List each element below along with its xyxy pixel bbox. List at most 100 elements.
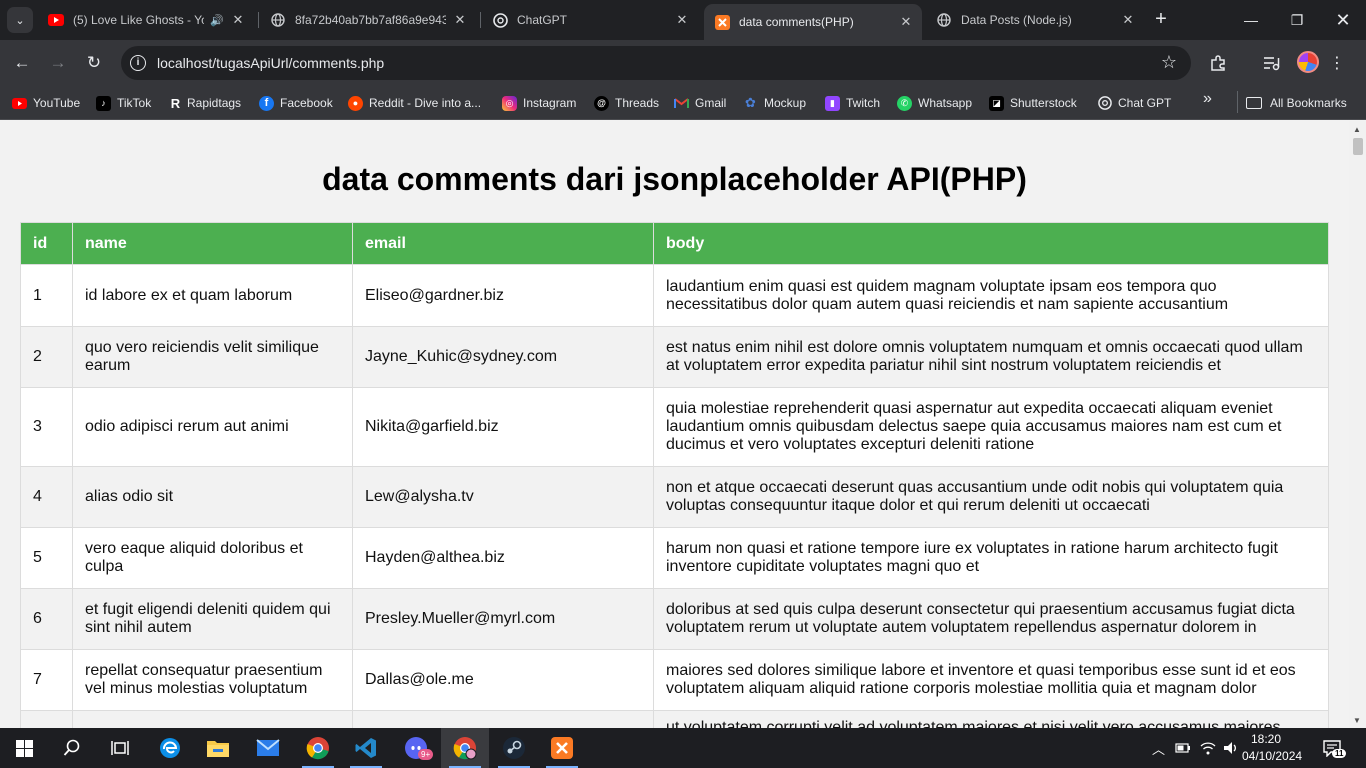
- tab-chatgpt[interactable]: ChatGPT ✕: [484, 0, 698, 40]
- tab-separator: [258, 12, 259, 28]
- bookmark-gmail[interactable]: Gmail: [674, 92, 726, 114]
- new-tab-button[interactable]: +: [1150, 8, 1172, 30]
- bookmark-twitch[interactable]: ▮ Twitch: [825, 92, 880, 114]
- tab-title: ChatGPT: [517, 13, 568, 27]
- speaker-icon[interactable]: 🔊: [210, 14, 224, 27]
- wifi-icon[interactable]: [1200, 728, 1216, 768]
- tab-search-button[interactable]: ⌄: [7, 7, 33, 33]
- taskbar-chrome[interactable]: [294, 728, 342, 768]
- gmail-icon: [674, 96, 689, 111]
- minimize-button[interactable]: —: [1228, 0, 1274, 40]
- folder-icon: [1246, 97, 1262, 109]
- column-header-id: id: [20, 222, 73, 265]
- cell-id: 7: [20, 649, 73, 711]
- tab-hash-page[interactable]: 8fa72b40ab7bb7af86a9e943 ✕: [262, 0, 476, 40]
- scroll-up-icon[interactable]: ▲: [1353, 125, 1361, 134]
- scrollbar-thumb[interactable]: [1353, 138, 1363, 155]
- bookmark-label: Threads: [615, 96, 660, 110]
- all-bookmarks-button[interactable]: All Bookmarks: [1246, 92, 1347, 114]
- cell-id: 2: [20, 326, 73, 388]
- media-controls-icon[interactable]: [1261, 52, 1283, 74]
- table-row: 7 repellat consequatur praesentium vel m…: [20, 649, 1329, 711]
- more-bookmarks-icon[interactable]: »: [1203, 90, 1212, 108]
- start-button[interactable]: [0, 728, 48, 768]
- cell-email: Hayden@althea.biz: [352, 527, 654, 589]
- search-button[interactable]: [48, 728, 96, 768]
- bookmark-facebook[interactable]: f Facebook: [259, 92, 333, 114]
- xampp-icon: [714, 14, 730, 30]
- page-scrollbar[interactable]: ▲ ▼: [1349, 121, 1366, 728]
- taskbar-vscode[interactable]: [342, 728, 390, 768]
- bookmark-shutterstock[interactable]: ◪ Shutterstock: [989, 92, 1077, 114]
- taskbar-xampp[interactable]: [538, 728, 586, 768]
- address-bar[interactable]: i localhost/tugasApiUrl/comments.php ☆: [121, 46, 1191, 80]
- table-row: 3 odio adipisci rerum aut animi Nikita@g…: [20, 387, 1329, 467]
- chrome-icon: [306, 737, 329, 760]
- bookmark-mockup[interactable]: ✿ Mockup: [743, 92, 806, 114]
- reload-button[interactable]: ↻: [80, 49, 108, 77]
- back-button[interactable]: ←: [8, 49, 36, 77]
- tab-data-posts[interactable]: Data Posts (Node.js) ✕: [926, 0, 1144, 40]
- plus-icon: +: [1155, 8, 1167, 30]
- bookmark-rapidtags[interactable]: R Rapidtags: [170, 92, 241, 114]
- bookmark-star-icon[interactable]: ☆: [1161, 52, 1177, 73]
- site-info-icon[interactable]: i: [130, 55, 146, 71]
- bookmark-threads[interactable]: @ Threads: [594, 92, 659, 114]
- facebook-icon: f: [259, 95, 274, 111]
- more-menu-icon[interactable]: ⋮: [1326, 52, 1348, 74]
- chrome-profile-icon: [453, 737, 477, 760]
- profile-avatar[interactable]: [1297, 51, 1319, 73]
- page-title: data comments dari jsonplaceholder API(P…: [322, 161, 1027, 197]
- taskbar-file-explorer[interactable]: [194, 728, 242, 768]
- close-window-button[interactable]: ✕: [1320, 0, 1366, 40]
- bookmark-label: YouTube: [33, 96, 81, 110]
- tab-title: (5) Love Like Ghosts - Yo: [73, 13, 205, 27]
- close-icon[interactable]: ✕: [452, 12, 468, 28]
- tab-title: data comments(PHP): [739, 15, 854, 29]
- task-view-button[interactable]: [96, 728, 144, 768]
- chatgpt-icon: [1097, 96, 1112, 111]
- cell-body: est natus enim nihil est dolore omnis vo…: [653, 326, 1329, 388]
- instagram-icon: ◎: [502, 95, 517, 111]
- close-icon[interactable]: ✕: [1120, 12, 1136, 28]
- bookmark-whatsapp[interactable]: ✆ Whatsapp: [897, 92, 972, 114]
- restore-button[interactable]: ❐: [1274, 0, 1320, 40]
- close-icon[interactable]: ✕: [230, 12, 246, 28]
- forward-button[interactable]: →: [44, 49, 72, 77]
- scroll-down-icon[interactable]: ▼: [1353, 716, 1361, 725]
- notification-center-button[interactable]: 11: [1322, 728, 1347, 768]
- tab-data-comments[interactable]: data comments(PHP) ✕: [704, 4, 922, 40]
- comments-table: id name email body 1 id labore ex et qua…: [20, 222, 1329, 728]
- taskbar-mail[interactable]: [244, 728, 292, 768]
- volume-icon[interactable]: [1223, 728, 1239, 768]
- url-text[interactable]: localhost/tugasApiUrl/comments.php: [157, 55, 384, 71]
- taskbar-edge[interactable]: [146, 728, 194, 768]
- bookmark-reddit[interactable]: ● Reddit - Dive into a...: [348, 92, 481, 114]
- bookmark-chatgpt[interactable]: Chat GPT: [1097, 92, 1171, 114]
- taskbar-chrome-profile[interactable]: [441, 728, 489, 768]
- vscode-icon: [355, 738, 376, 758]
- close-icon: ✕: [1335, 9, 1351, 30]
- taskbar-discord[interactable]: 9+: [392, 728, 440, 768]
- bookmark-label: Chat GPT: [1118, 96, 1172, 110]
- bookmark-tiktok[interactable]: ♪ TikTok: [96, 92, 151, 114]
- cell-email: Nikita@garfield.biz: [352, 387, 654, 467]
- taskbar-steam[interactable]: [490, 728, 538, 768]
- battery-icon[interactable]: [1175, 728, 1191, 768]
- bookmark-label: Mockup: [764, 96, 807, 110]
- bookmark-youtube[interactable]: YouTube: [12, 92, 80, 114]
- table-row: 4 alias odio sit Lew@alysha.tv non et at…: [20, 466, 1329, 528]
- system-clock[interactable]: 18:20 04/10/2024: [1242, 731, 1302, 765]
- tiktok-icon: ♪: [96, 95, 111, 111]
- cell-id: 5: [20, 527, 73, 589]
- bookmark-label: Reddit - Dive into a...: [369, 96, 482, 110]
- bookmark-label: Gmail: [695, 96, 727, 110]
- tab-separator: [480, 12, 481, 28]
- tab-youtube[interactable]: (5) Love Like Ghosts - Yo 🔊 ✕: [40, 0, 254, 40]
- cell-body: doloribus at sed quis culpa deserunt con…: [653, 588, 1329, 650]
- close-icon[interactable]: ✕: [674, 12, 690, 28]
- show-hidden-icons-button[interactable]: ︿: [1152, 728, 1165, 768]
- close-icon[interactable]: ✕: [898, 14, 914, 30]
- extensions-icon[interactable]: [1207, 52, 1229, 74]
- bookmark-instagram[interactable]: ◎ Instagram: [502, 92, 576, 114]
